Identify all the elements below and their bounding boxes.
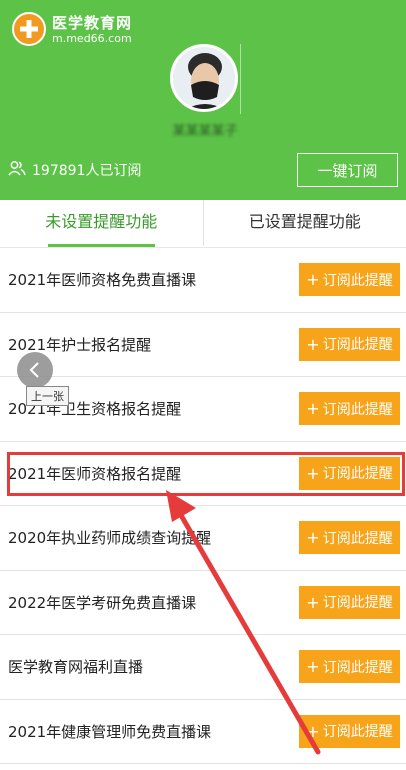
pointer-arrow-icon (166, 490, 321, 755)
